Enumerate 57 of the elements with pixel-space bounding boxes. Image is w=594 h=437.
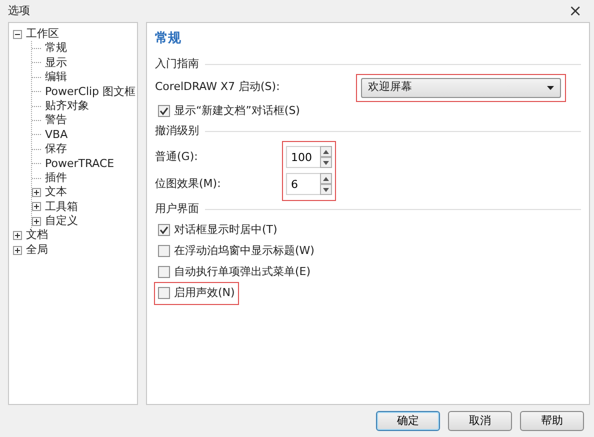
tree-item[interactable]: 保存 <box>45 142 67 157</box>
tree-item[interactable]: 插件 <box>45 170 67 186</box>
dropdown-value: 欢迎屏幕 <box>368 79 412 96</box>
tree-item[interactable]: 工作区 <box>26 27 59 42</box>
dialog-button[interactable]: 取消 <box>448 411 512 431</box>
tree-item[interactable]: 编辑 <box>45 70 67 85</box>
spin-down-button[interactable] <box>320 157 332 168</box>
number-field[interactable]: 100 <box>286 146 320 168</box>
spin-up-button[interactable] <box>320 146 332 157</box>
tree-item[interactable]: 常规 <box>45 41 67 56</box>
close-button[interactable]: × <box>564 3 586 19</box>
page-heading: 常规 <box>155 30 182 48</box>
checkbox-label[interactable]: 在浮动泊坞窗中显示标题(W) <box>174 242 314 260</box>
checkbox[interactable] <box>158 287 170 299</box>
field-label: 普通(G): <box>155 148 198 165</box>
expand-icon[interactable] <box>32 188 41 197</box>
tree-item[interactable]: 显示 <box>45 56 67 70</box>
dialog-button[interactable]: 确定 <box>376 411 440 431</box>
field-label: 位图效果(M): <box>155 176 221 192</box>
section-title: 入门指南 <box>155 56 199 72</box>
tree-item[interactable]: 工具箱 <box>45 200 78 214</box>
checkbox[interactable] <box>158 224 170 236</box>
tree-item[interactable]: 文档 <box>26 228 48 243</box>
section-title: 撤消级别 <box>155 123 199 140</box>
spin-up-button[interactable] <box>320 173 332 184</box>
down-arrow-icon <box>323 160 329 164</box>
tree-item[interactable]: 文本 <box>45 185 67 200</box>
expand-icon[interactable] <box>32 216 41 226</box>
tree-item[interactable]: VBA <box>45 128 68 142</box>
expand-icon[interactable] <box>32 202 41 212</box>
expand-icon[interactable] <box>13 231 22 240</box>
checkbox-label[interactable]: 启用声效(N) <box>174 284 235 302</box>
expand-icon[interactable] <box>13 246 22 255</box>
window-title: 选项 <box>8 2 30 19</box>
tree-item[interactable]: PowerTRACE <box>45 156 114 171</box>
number-field[interactable]: 6 <box>286 173 320 195</box>
checkbox[interactable] <box>158 245 170 257</box>
field-label: CorelDRAW X7 启动(S): <box>155 79 280 96</box>
tree-item[interactable]: 自定义 <box>45 214 78 228</box>
checkbox[interactable] <box>158 266 170 278</box>
checkbox-label[interactable]: 对话框显示时居中(T) <box>174 222 278 238</box>
collapse-icon[interactable] <box>13 30 22 39</box>
up-arrow-icon <box>323 150 329 154</box>
tree-item[interactable]: 贴齐对象 <box>45 98 89 114</box>
down-arrow-icon <box>323 188 329 192</box>
checkbox-label[interactable]: 显示“新建文档”对话框(S) <box>174 102 300 120</box>
up-arrow-icon <box>323 176 329 180</box>
checkbox-label[interactable]: 自动执行单项弹出式菜单(E) <box>174 264 311 280</box>
dropdown[interactable]: 欢迎屏幕 <box>361 78 561 98</box>
tree-item[interactable]: 警告 <box>45 113 67 128</box>
caret-icon <box>547 86 554 90</box>
dialog-button[interactable]: 帮助 <box>520 411 584 431</box>
tree-item[interactable]: PowerClip 图文框 <box>45 84 136 99</box>
section-title: 用户界面 <box>155 201 199 218</box>
checkbox[interactable] <box>158 105 170 117</box>
tree-item[interactable]: 全局 <box>26 242 48 258</box>
spin-down-button[interactable] <box>320 184 332 195</box>
